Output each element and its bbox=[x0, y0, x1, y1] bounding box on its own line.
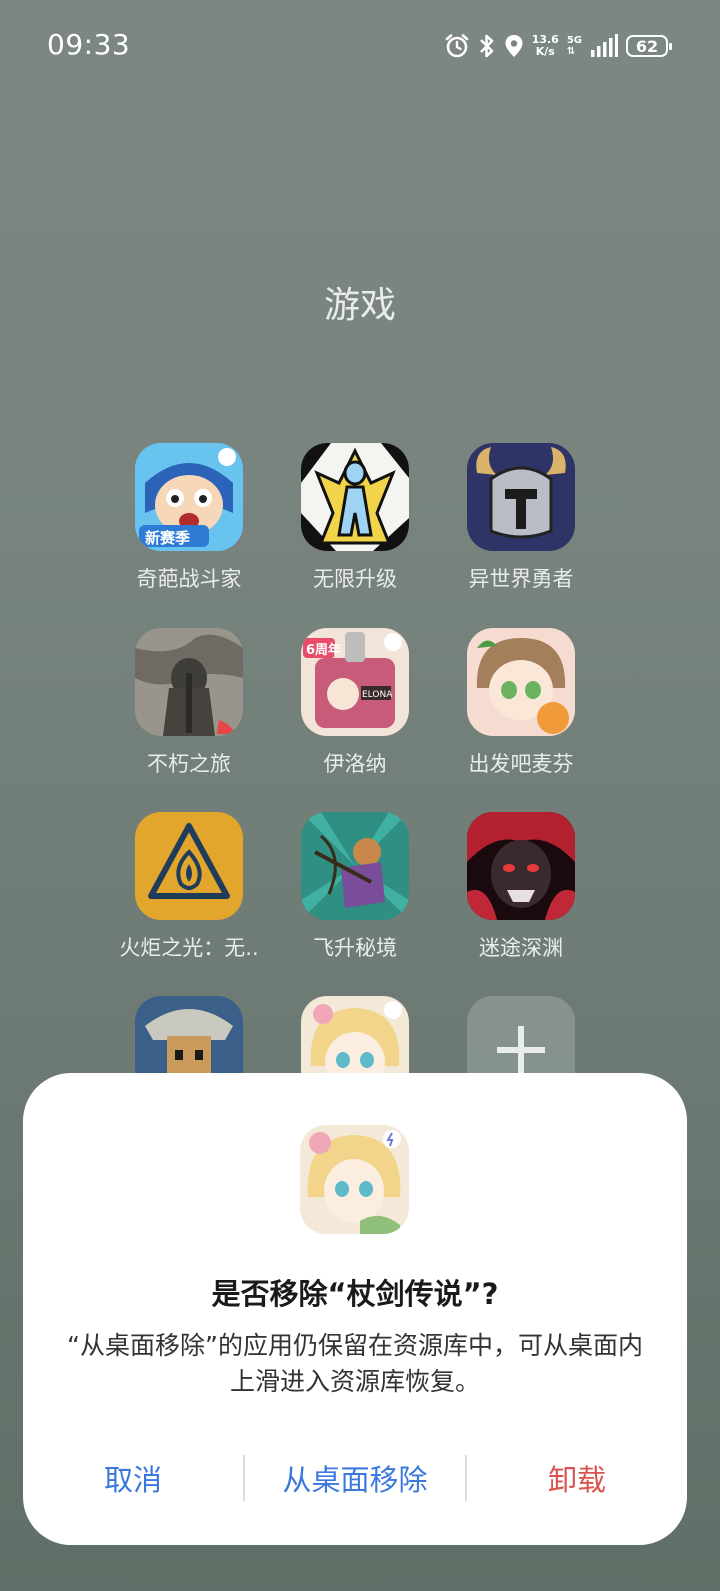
app-label: 奇葩战斗家 bbox=[136, 567, 242, 591]
dialog-title: 是否移除“杖剑传说”? bbox=[211, 1277, 499, 1311]
app-feisheng[interactable]: 飞升秘境 bbox=[270, 812, 440, 962]
location-icon bbox=[505, 35, 523, 57]
immortal-journey-icon bbox=[135, 628, 243, 736]
bluetooth-icon bbox=[479, 34, 493, 58]
app-mitu[interactable]: 迷途深渊 bbox=[436, 812, 606, 962]
app-label: 飞升秘境 bbox=[313, 936, 397, 960]
battery-level: 62 bbox=[635, 36, 659, 56]
app-torchlight[interactable]: 火炬之光：无.. bbox=[104, 812, 274, 962]
net-speed-unit: K/s bbox=[535, 45, 555, 58]
app-label: 出发吧麦芬 bbox=[468, 752, 574, 776]
ascension-realm-icon bbox=[301, 812, 409, 920]
elona-icon: 6周年 ELONA bbox=[301, 628, 409, 736]
dialog-app-icon bbox=[300, 1125, 409, 1234]
status-icons: 13.6 K/s 5G ⇅ 62 bbox=[444, 30, 672, 62]
app-qipa[interactable]: 新赛季 奇葩战斗家 bbox=[104, 443, 274, 593]
remove-app-dialog: 是否移除“杖剑传说”? “从桌面移除”的应用仍保留在资源库中，可从桌面内上滑进入… bbox=[23, 1073, 687, 1545]
app-label: 火炬之光：无.. bbox=[119, 936, 259, 960]
infinite-upgrade-icon bbox=[301, 443, 409, 551]
dialog-actions: 取消 从桌面移除 卸载 bbox=[23, 1451, 687, 1505]
isekai-hero-icon bbox=[467, 443, 575, 551]
lost-abyss-icon bbox=[467, 812, 575, 920]
battery-icon: 62 bbox=[626, 35, 672, 57]
svg-text:新赛季: 新赛季 bbox=[145, 529, 190, 547]
muffin-icon bbox=[467, 628, 575, 736]
net-arrows: ⇅ bbox=[566, 46, 576, 57]
app-label: 无限升级 bbox=[313, 567, 397, 591]
dialog-message: “从桌面移除”的应用仍保留在资源库中，可从桌面内上滑进入资源库恢复。 bbox=[67, 1331, 643, 1396]
qipa-fighter-icon: 新赛季 bbox=[135, 443, 243, 551]
app-yiluona[interactable]: 6周年 ELONA 伊洛纳 bbox=[270, 628, 440, 778]
status-time: 09:33 bbox=[47, 28, 131, 61]
app-buxiu[interactable]: 不朽之旅 bbox=[104, 628, 274, 778]
uninstall-button[interactable]: 卸载 bbox=[467, 1457, 687, 1499]
remove-from-desktop-button[interactable]: 从桌面移除 bbox=[245, 1457, 465, 1499]
cancel-button[interactable]: 取消 bbox=[23, 1457, 243, 1499]
app-yishijie[interactable]: 异世界勇者 bbox=[436, 443, 606, 593]
net-speed: 13.6 K/s bbox=[532, 34, 559, 58]
app-muffin[interactable]: 出发吧麦芬 bbox=[436, 628, 606, 778]
folder-title: 游戏 bbox=[323, 285, 396, 326]
signal-icon bbox=[591, 34, 618, 57]
net-type-label: 5G bbox=[566, 35, 582, 46]
svg-text:6周年: 6周年 bbox=[306, 642, 341, 658]
app-wuxian[interactable]: 无限升级 bbox=[270, 443, 440, 593]
app-label: 异世界勇者 bbox=[468, 567, 574, 591]
alarm-icon bbox=[445, 34, 468, 58]
app-label: 迷途深渊 bbox=[479, 936, 563, 960]
app-label: 不朽之旅 bbox=[147, 752, 231, 776]
torchlight-icon bbox=[135, 812, 243, 920]
app-label: 伊洛纳 bbox=[323, 752, 387, 776]
status-bar: 09:33 13.6 K/s 5G ⇅ 62 bbox=[0, 0, 720, 92]
svg-text:ELONA: ELONA bbox=[362, 690, 393, 700]
net-type: 5G ⇅ bbox=[567, 35, 582, 57]
